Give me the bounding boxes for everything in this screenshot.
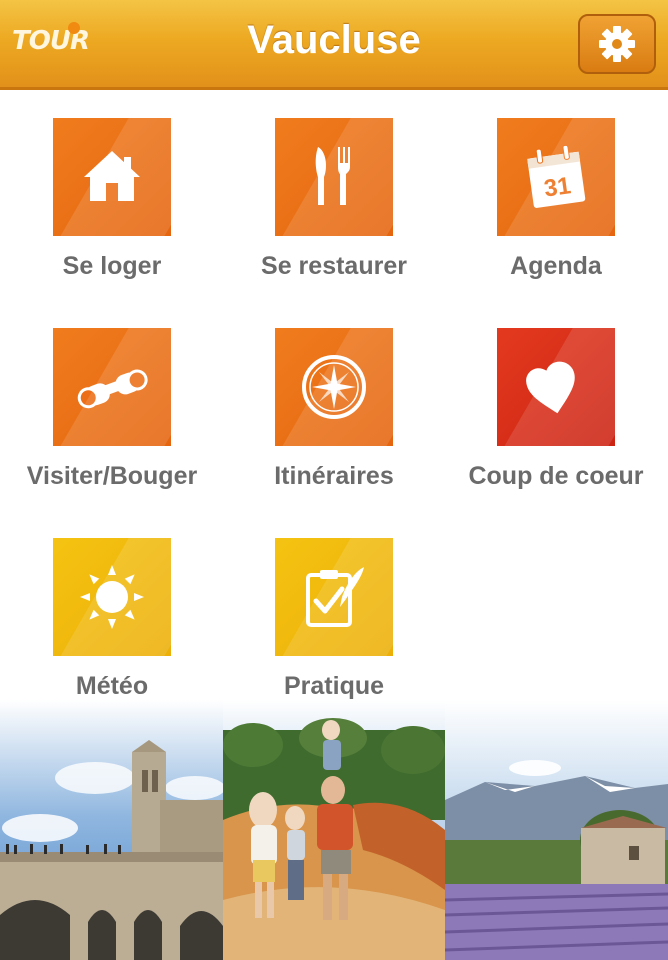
menu-item-agenda[interactable]: 31 Agenda	[446, 118, 666, 281]
coup-de-coeur-tile[interactable]	[497, 328, 615, 446]
pont-avignon-photo	[0, 700, 223, 960]
calendar-day-text: 31	[542, 172, 572, 202]
menu-item-label: Itinéraires	[274, 462, 394, 490]
house-icon	[84, 151, 140, 201]
visiter-bouger-tile[interactable]	[53, 328, 171, 446]
se-restaurer-tile[interactable]	[275, 118, 393, 236]
itineraires-tile[interactable]	[275, 328, 393, 446]
se-loger-tile[interactable]	[53, 118, 171, 236]
pratique-tile[interactable]	[275, 538, 393, 656]
compass-icon	[302, 355, 366, 419]
calendar-icon: 31	[527, 144, 586, 208]
utensils-icon	[315, 147, 350, 205]
menu-item-visiter-bouger[interactable]: Visiter/Bouger	[2, 328, 222, 491]
menu-item-label: Pratique	[283, 672, 385, 700]
meteo-tile[interactable]	[53, 538, 171, 656]
menu-item-se-loger[interactable]: Se loger	[2, 118, 222, 281]
agenda-tile[interactable]: 31	[497, 118, 615, 236]
menu-item-coup-de-coeur[interactable]: Coup de coeur	[446, 328, 666, 491]
lavender-field-photo	[445, 700, 668, 960]
page-title: Vaucluse	[247, 18, 421, 62]
heart-icon	[526, 361, 575, 414]
settings-button[interactable]	[578, 14, 656, 74]
menu-item-meteo[interactable]: Météo	[2, 538, 222, 701]
sun-icon	[80, 565, 144, 629]
app-header: TOUR Vaucluse	[0, 0, 668, 90]
menu-item-label: Agenda	[510, 252, 602, 280]
menu-item-label: Météo	[75, 672, 149, 700]
binoculars-icon	[77, 369, 148, 409]
menu-item-itineraires[interactable]: Itinéraires	[224, 328, 444, 491]
clipboard-check-icon	[306, 567, 364, 627]
menu-item-label: Visiter/Bouger	[26, 462, 198, 490]
menu-item-label: Se loger	[62, 252, 162, 280]
gear-icon	[599, 26, 635, 62]
menu-item-pratique[interactable]: Pratique	[224, 538, 444, 701]
menu-item-label: Coup de coeur	[468, 462, 644, 490]
menu-item-label: Se restaurer	[261, 252, 407, 280]
menu-item-se-restaurer[interactable]: Se restaurer	[224, 118, 444, 281]
photo-strip	[0, 700, 668, 960]
family-ochre-trail-photo	[223, 700, 445, 960]
